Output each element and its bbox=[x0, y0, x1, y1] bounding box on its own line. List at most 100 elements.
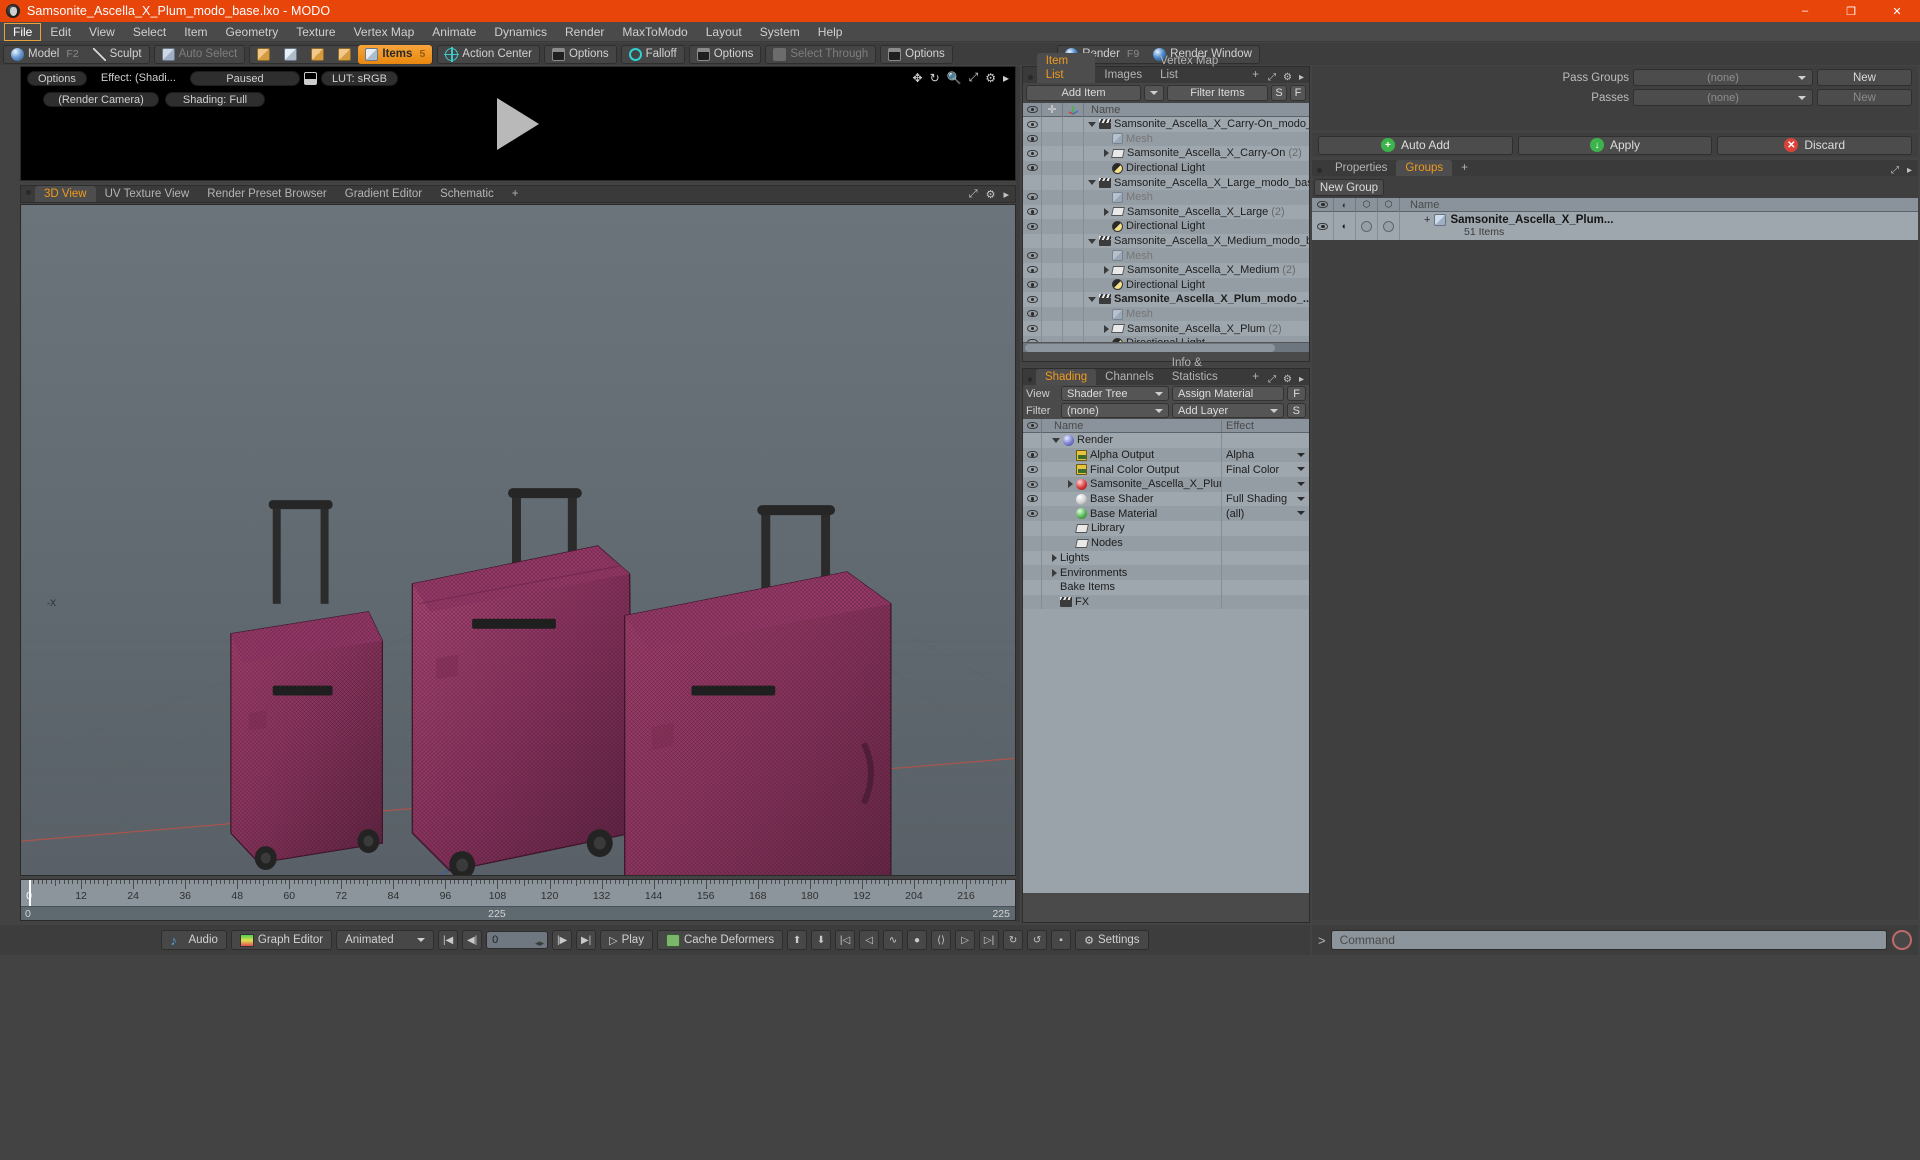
material-mode-button[interactable] bbox=[331, 46, 358, 63]
groups-row-render[interactable]: ◐ bbox=[1334, 212, 1356, 240]
expander-right-icon[interactable] bbox=[1052, 568, 1057, 577]
row-lock-cell[interactable] bbox=[1042, 233, 1063, 249]
timeline-panel[interactable]: 0 12 24 36 48 60 72 84 96 108 120 132 144 156 168 180 19… bbox=[20, 879, 1016, 921]
go-to-start-button[interactable]: |◀ bbox=[438, 930, 459, 950]
row-lock-cell[interactable] bbox=[1042, 160, 1063, 176]
preview-effect-label[interactable]: Effect: (Shadi... bbox=[91, 71, 186, 86]
row-visibility-toggle[interactable] bbox=[1023, 321, 1042, 336]
tab-images[interactable]: Images bbox=[1095, 67, 1151, 83]
timeline-range-bar[interactable]: 0 225 225 bbox=[21, 906, 1015, 920]
shader-row-visibility[interactable] bbox=[1023, 506, 1042, 522]
row-axis-cell[interactable] bbox=[1063, 248, 1084, 263]
chevron-down-icon-effect[interactable] bbox=[1297, 496, 1305, 501]
tab-render-preset-browser[interactable]: Render Preset Browser bbox=[198, 186, 336, 202]
shading-s-button[interactable]: S bbox=[1286, 403, 1306, 418]
shader-row-visibility[interactable] bbox=[1023, 550, 1042, 566]
row-visibility-toggle[interactable] bbox=[1023, 204, 1042, 220]
row-lock-cell[interactable] bbox=[1042, 292, 1063, 307]
tab-add[interactable]: + bbox=[503, 186, 528, 202]
timeline-ruler[interactable]: 0122436486072849610812013214415616818019… bbox=[21, 880, 1015, 906]
shader-row-name[interactable]: FX bbox=[1042, 596, 1221, 608]
select-through-options-button[interactable]: Options bbox=[881, 46, 952, 63]
3d-viewport[interactable]: -X bbox=[20, 204, 1016, 876]
chevron-down-icon-effect[interactable] bbox=[1297, 452, 1305, 457]
view-dropdown[interactable]: Shader Tree bbox=[1061, 386, 1169, 401]
shader-tree-row[interactable]: Environments bbox=[1023, 565, 1309, 580]
row-name-cell[interactable]: Mesh bbox=[1084, 133, 1309, 145]
item-list-row[interactable]: Mesh bbox=[1023, 248, 1309, 263]
falloff-button[interactable]: Falloff bbox=[622, 46, 684, 63]
row-visibility-toggle[interactable] bbox=[1023, 160, 1042, 176]
expander-right-icon[interactable] bbox=[1104, 149, 1109, 158]
play-triangle-icon[interactable] bbox=[497, 97, 539, 150]
tab-properties[interactable]: Properties bbox=[1326, 160, 1396, 176]
row-lock-cell[interactable] bbox=[1042, 219, 1063, 234]
shader-row-effect[interactable]: Full Shading bbox=[1221, 491, 1309, 507]
shader-tree-row[interactable]: Lights bbox=[1023, 550, 1309, 566]
row-name-cell[interactable]: Samsonite_Ascella_X_Plum (2) bbox=[1084, 323, 1309, 335]
search-icon[interactable]: 🔍 bbox=[947, 71, 962, 85]
row-visibility-toggle[interactable] bbox=[1023, 277, 1042, 293]
row-name-cell[interactable]: Samsonite_Ascella_X_Large (2) bbox=[1084, 206, 1309, 218]
item-list-hscroll[interactable] bbox=[1023, 342, 1309, 352]
command-input[interactable]: Command bbox=[1330, 930, 1887, 950]
key-bracket-button[interactable]: ⟨⟩ bbox=[931, 930, 952, 950]
item-list-row[interactable]: Samsonite_Ascella_X_Medium_modo_base... bbox=[1023, 233, 1309, 249]
shader-row-name[interactable]: Lights bbox=[1042, 552, 1221, 564]
step-back-button[interactable]: ◀| bbox=[462, 930, 483, 950]
add-layer-dropdown[interactable]: Add Layer bbox=[1172, 403, 1284, 418]
cycle-key-button[interactable]: ↺ bbox=[1027, 930, 1048, 950]
shader-row-visibility[interactable] bbox=[1023, 579, 1042, 595]
item-list-row[interactable]: Samsonite_Ascella_X_Large (2) bbox=[1023, 204, 1309, 220]
expander-right-icon[interactable] bbox=[1068, 480, 1073, 489]
shader-tree[interactable]: Render Alpha Output Alpha Final Color Outpu… bbox=[1023, 433, 1309, 893]
row-visibility-toggle[interactable] bbox=[1023, 248, 1042, 263]
row-lock-cell[interactable] bbox=[1042, 262, 1063, 278]
tab-groups-add[interactable]: + bbox=[1452, 160, 1477, 176]
row-visibility-toggle[interactable] bbox=[1023, 292, 1042, 307]
tab-groups[interactable]: Groups bbox=[1396, 160, 1453, 176]
shader-tree-row[interactable]: Library bbox=[1023, 521, 1309, 536]
row-name-cell[interactable]: Directional Light bbox=[1084, 220, 1309, 232]
shader-row-effect[interactable]: Alpha bbox=[1221, 447, 1309, 463]
menu-maxtomodo[interactable]: MaxToModo bbox=[613, 23, 696, 41]
item-list-row[interactable]: Directional Light bbox=[1023, 160, 1309, 176]
row-name-cell[interactable]: Mesh bbox=[1084, 191, 1309, 203]
tab-item-list-add[interactable]: + bbox=[1243, 67, 1268, 83]
rotate-icon[interactable]: ↻ bbox=[930, 71, 940, 85]
tab-shading-add[interactable]: + bbox=[1243, 369, 1268, 385]
row-visibility-toggle[interactable] bbox=[1023, 233, 1042, 249]
shader-row-visibility[interactable] bbox=[1023, 433, 1042, 448]
menu-layout[interactable]: Layout bbox=[697, 23, 751, 41]
shader-row-effect[interactable]: Final Color bbox=[1221, 462, 1309, 478]
expander-right-icon[interactable] bbox=[1104, 324, 1109, 333]
shader-row-name[interactable]: Nodes bbox=[1042, 537, 1221, 549]
filter-f-button[interactable]: F bbox=[1290, 85, 1306, 101]
chevron-down-icon-effect[interactable] bbox=[1297, 511, 1305, 516]
shading-chevron-icon[interactable]: ▸ bbox=[1299, 374, 1304, 385]
row-lock-cell[interactable] bbox=[1042, 204, 1063, 220]
row-lock-cell[interactable] bbox=[1042, 131, 1063, 147]
hscroll-thumb[interactable] bbox=[1025, 344, 1275, 352]
preview-lut-button[interactable]: LUT: sRGB bbox=[320, 70, 398, 86]
move-icon[interactable]: ✥ bbox=[913, 71, 923, 85]
row-axis-cell[interactable] bbox=[1063, 117, 1084, 132]
shader-row-visibility[interactable] bbox=[1023, 491, 1042, 507]
add-item-dropdown[interactable] bbox=[1144, 85, 1164, 101]
key-shape-button[interactable]: ● bbox=[907, 930, 928, 950]
shader-row-visibility[interactable] bbox=[1023, 462, 1042, 478]
action-center-options-button[interactable]: Options bbox=[545, 46, 616, 63]
auto-select-button[interactable]: Auto Select bbox=[155, 46, 245, 63]
loop-out-button[interactable]: ▷| bbox=[979, 930, 1000, 950]
row-name-cell[interactable]: Mesh bbox=[1084, 308, 1309, 320]
expander-down-icon[interactable] bbox=[1088, 180, 1096, 186]
shader-tree-row[interactable]: Alpha Output Alpha bbox=[1023, 447, 1309, 463]
row-visibility-toggle[interactable] bbox=[1023, 175, 1042, 190]
add-item-button[interactable]: Add Item bbox=[1026, 85, 1141, 101]
viewport-expand-icon[interactable]: ⤢ bbox=[969, 188, 978, 201]
shader-row-name[interactable]: Render bbox=[1042, 434, 1221, 446]
row-axis-cell[interactable] bbox=[1063, 306, 1084, 322]
item-list-row[interactable]: Samsonite_Ascella_X_Plum (2) bbox=[1023, 321, 1309, 336]
expander-right-icon[interactable] bbox=[1052, 553, 1057, 562]
curve-tangent-button[interactable]: ∿ bbox=[883, 930, 904, 950]
